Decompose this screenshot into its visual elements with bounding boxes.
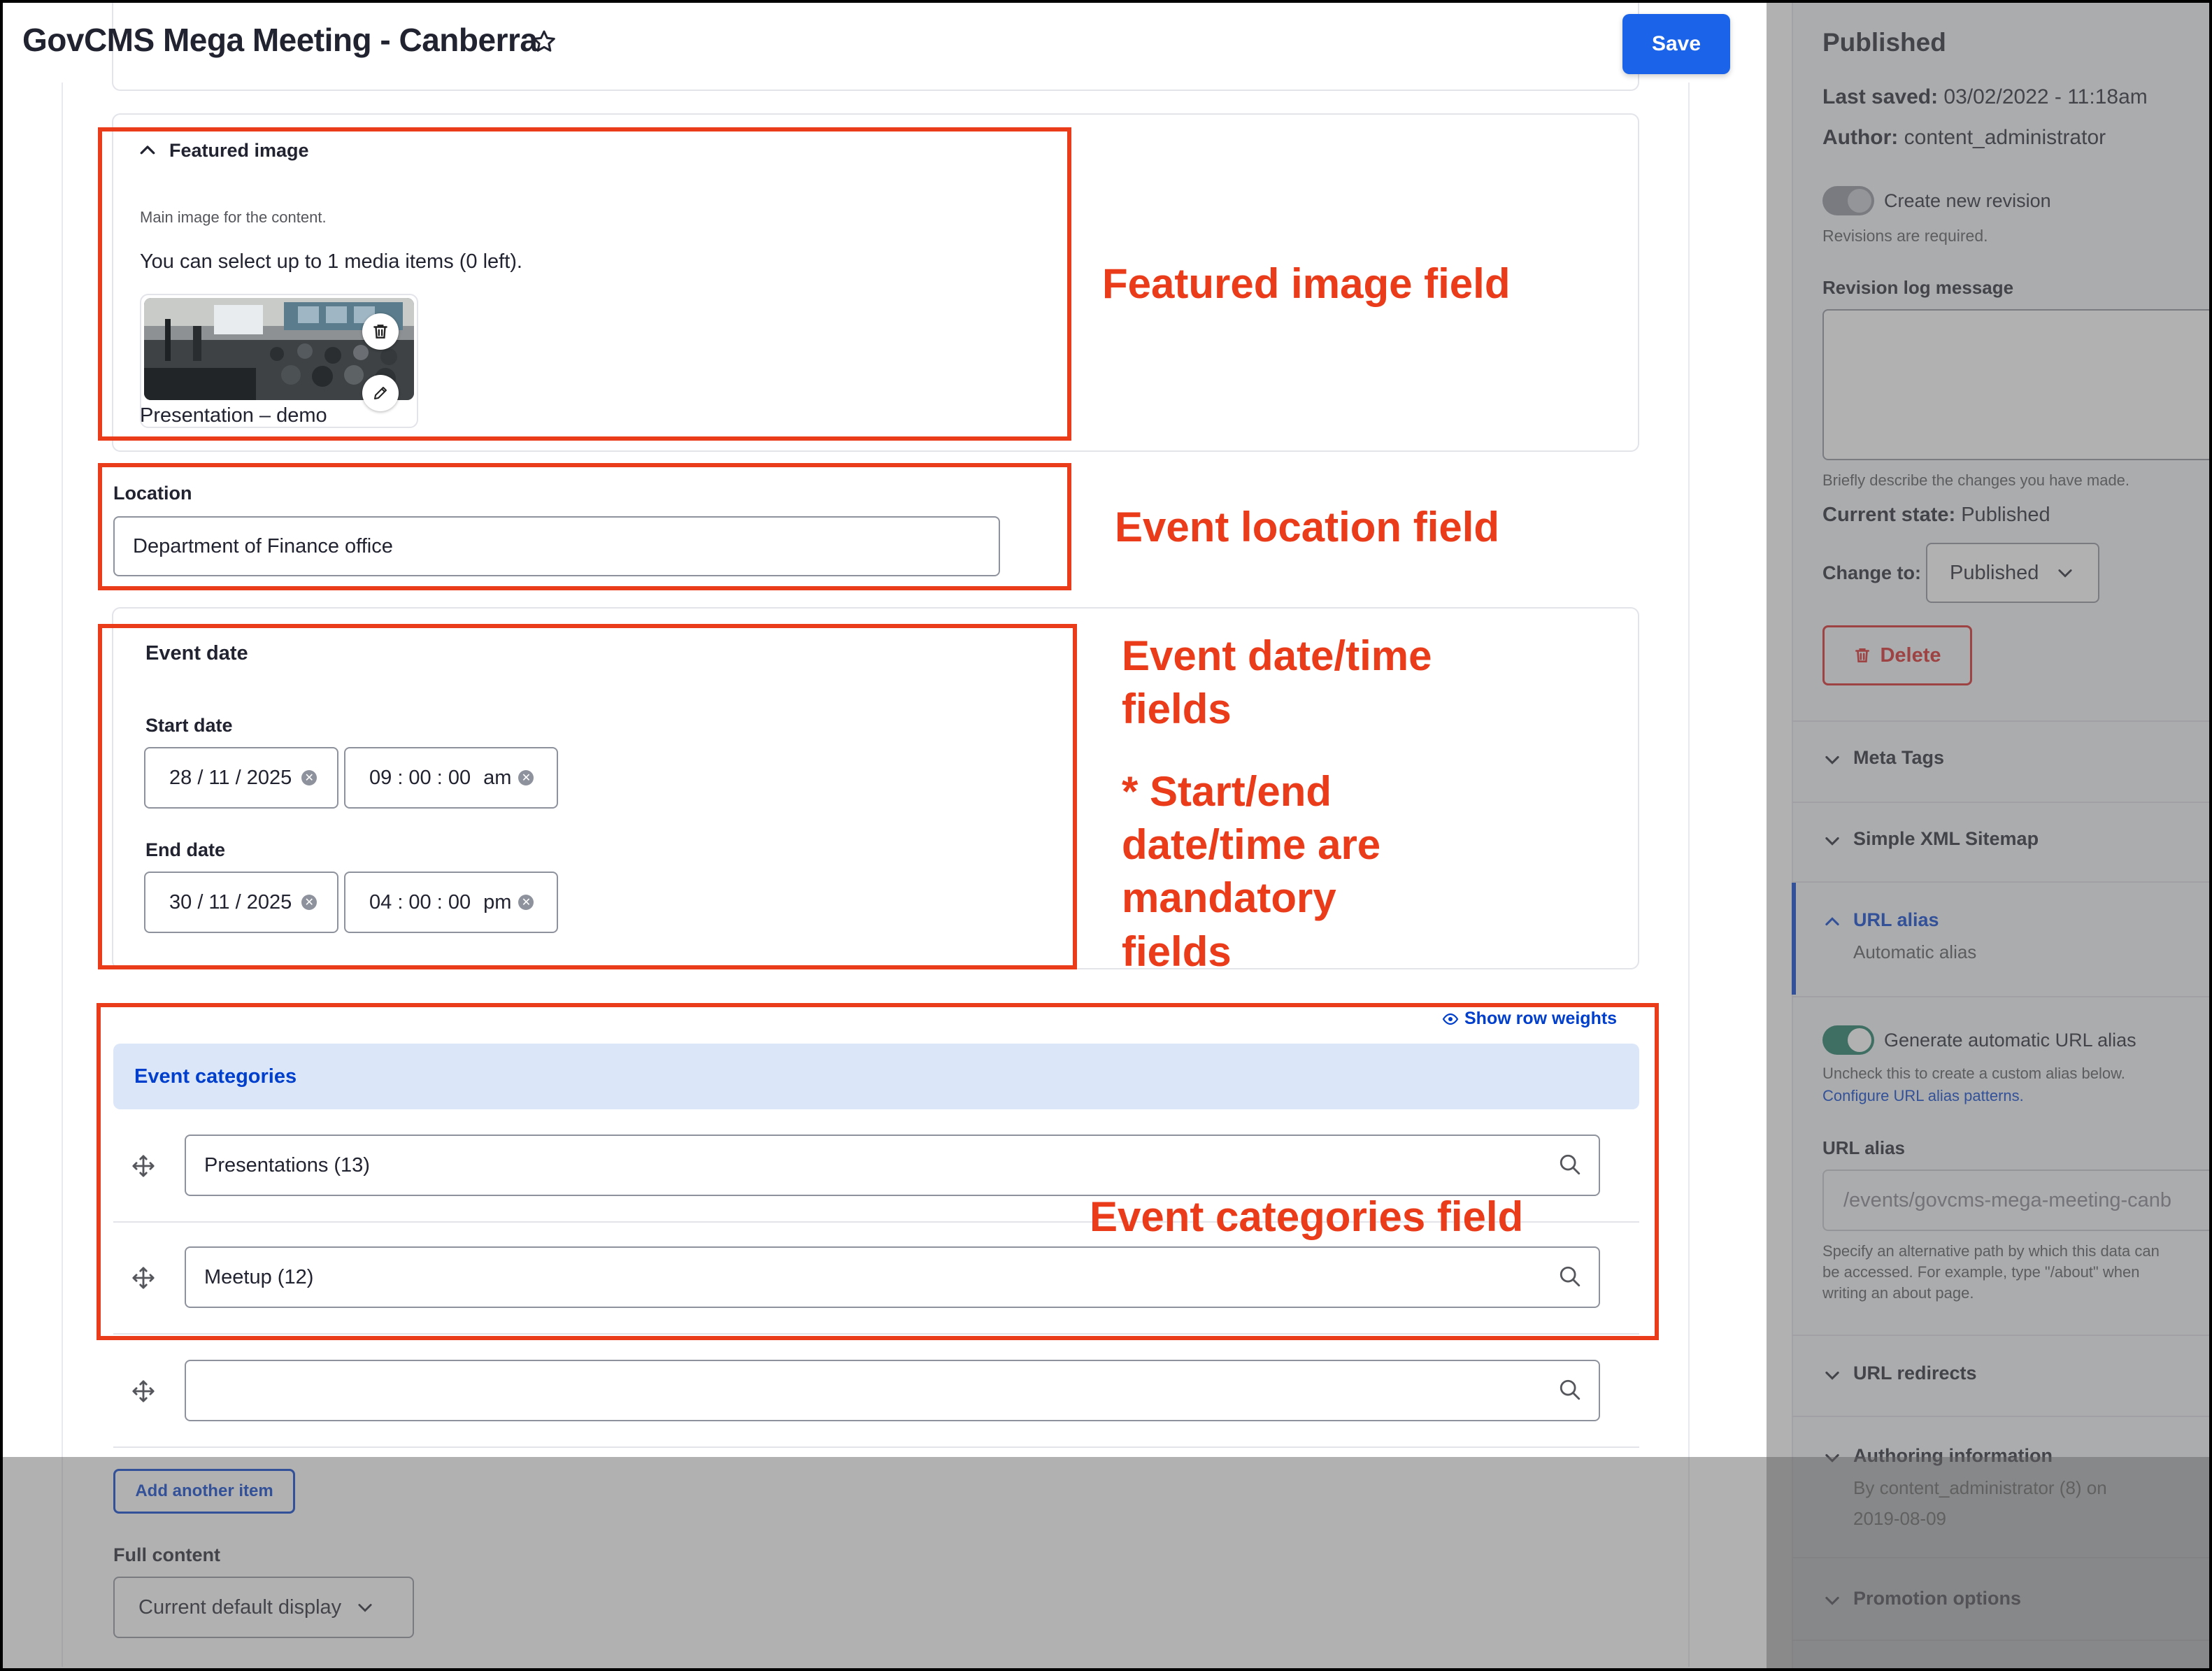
- annotation-location: Event location field: [1115, 504, 1500, 550]
- annotation-box-featured: [98, 127, 1071, 441]
- annotation-box-categories: [97, 1003, 1659, 1340]
- annotation-mandatory-line-2: date/time are: [1122, 821, 1381, 869]
- annotation-mandatory: * Start/end date/time are mandatory fiel…: [1122, 765, 1380, 979]
- search-icon: [1560, 1379, 1580, 1400]
- annotation-mandatory-line-1: * Start/end: [1122, 768, 1332, 815]
- dim-overlay-right: [1767, 0, 2212, 1671]
- bookmark-star-icon[interactable]: [530, 28, 558, 56]
- annotation-date-line-1: Event date/time: [1122, 632, 1432, 679]
- annotation-date: Event date/time fields: [1122, 630, 1432, 736]
- annotation-box-location: [98, 463, 1071, 590]
- save-button[interactable]: Save: [1622, 14, 1730, 74]
- drag-handle-icon[interactable]: [131, 1379, 155, 1403]
- annotation-date-line-2: fields: [1122, 685, 1232, 733]
- annotation-mandatory-line-3: mandatory: [1122, 874, 1336, 922]
- annotation-featured: Featured image field: [1102, 260, 1511, 307]
- annotation-mandatory-line-4: fields: [1122, 927, 1232, 975]
- row-divider: [113, 1446, 1639, 1448]
- category-input-3[interactable]: [185, 1360, 1600, 1421]
- annotation-box-event-date: [98, 624, 1077, 969]
- page-title: GovCMS Mega Meeting - Canberra: [22, 22, 538, 58]
- annotation-categories: Event categories field: [1090, 1193, 1524, 1240]
